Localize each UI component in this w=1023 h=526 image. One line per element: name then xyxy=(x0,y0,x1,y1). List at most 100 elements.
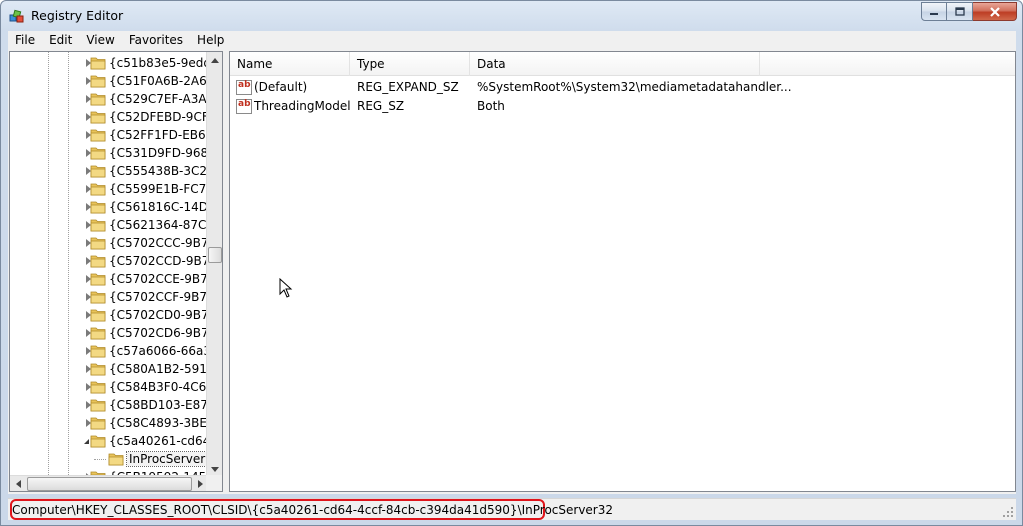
column-header-data[interactable]: Data xyxy=(470,52,760,76)
scroll-up-button[interactable] xyxy=(207,52,222,68)
tree-node[interactable]: {C5702CD6-9B79-1 xyxy=(10,324,208,342)
folder-icon xyxy=(108,453,124,466)
folder-icon xyxy=(90,57,106,70)
tree-node[interactable]: {C58C4893-3BE0-4 xyxy=(10,414,208,432)
value-data: %SystemRoot%\System32\mediametadatahandl… xyxy=(477,80,792,94)
string-value-icon: ab xyxy=(236,80,252,95)
tree-node[interactable]: {c57a6066-66a3-4c xyxy=(10,342,208,360)
tree-node[interactable]: {C51F0A6B-2A63-4 xyxy=(10,72,208,90)
tree-horizontal-scrollbar[interactable] xyxy=(10,475,208,491)
tree-node-label: {C58BD103-E87F-4 xyxy=(109,398,208,412)
scroll-down-icon xyxy=(211,466,219,472)
tree-node-label: {C5702CD6-9B79-1 xyxy=(109,326,208,340)
tree-vertical-scrollbar[interactable] xyxy=(206,52,222,477)
scrollbar-corner xyxy=(206,475,222,491)
menu-file[interactable]: File xyxy=(8,31,42,50)
column-header-type[interactable]: Type xyxy=(350,52,470,76)
close-icon xyxy=(989,6,1000,17)
tree-node-label-selected: InProcServer32 xyxy=(125,451,208,467)
tree-node-label: {C555438B-3C23-4 xyxy=(109,164,208,178)
tree-node-label: {C584B3F0-4C64-4 xyxy=(109,380,208,394)
tree-node-label: {C52DFEBD-9CF6-4 xyxy=(109,110,208,124)
scroll-left-icon xyxy=(15,480,21,488)
folder-icon xyxy=(90,417,106,430)
tree-node[interactable]: {C580A1B2-5915-4 xyxy=(10,360,208,378)
values-list[interactable]: Name Type Data ab (Default) REG_EXPAND_S… xyxy=(229,51,1016,492)
tree-node-label: {C5702CCD-9B79- xyxy=(109,254,208,268)
tree-node-label: {C5621364-87CC-4 xyxy=(109,218,208,232)
list-row[interactable]: ab (Default) REG_EXPAND_SZ %SystemRoot%\… xyxy=(230,78,1015,97)
scroll-left-button[interactable] xyxy=(10,476,26,491)
menu-bar: File Edit View Favorites Help xyxy=(8,31,1016,50)
folder-icon xyxy=(90,147,106,160)
column-header-name[interactable]: Name xyxy=(230,52,350,76)
horizontal-scroll-thumb[interactable] xyxy=(27,477,192,491)
tree-node[interactable]: {C52DFEBD-9CF6-4 xyxy=(10,108,208,126)
menu-help[interactable]: Help xyxy=(190,31,231,50)
collapse-icon[interactable] xyxy=(84,439,89,444)
folder-icon xyxy=(90,399,106,412)
folder-icon xyxy=(90,75,106,88)
maximize-button[interactable] xyxy=(947,2,973,21)
tree-node[interactable]: {C5702CCF-9B79-1 xyxy=(10,288,208,306)
tree-node[interactable]: {C555438B-3C23-4 xyxy=(10,162,208,180)
folder-icon xyxy=(90,309,106,322)
list-row[interactable]: ab ThreadingModel REG_SZ Both xyxy=(230,97,1015,116)
folder-icon xyxy=(90,237,106,250)
menu-favorites[interactable]: Favorites xyxy=(122,31,190,50)
folder-icon xyxy=(90,111,106,124)
tree-node-label: {c51b83e5-9edd-4 xyxy=(109,56,208,70)
folder-icon xyxy=(90,291,106,304)
folder-icon xyxy=(90,129,106,142)
value-name: ThreadingModel xyxy=(254,99,351,113)
tree-node-label: {C529C7EF-A3AF-4 xyxy=(109,92,208,106)
folder-icon xyxy=(90,183,106,196)
window-title: Registry Editor xyxy=(31,8,124,23)
title-bar[interactable]: Registry Editor xyxy=(1,1,1022,31)
tree-node[interactable]: {C531D9FD-9685-4 xyxy=(10,144,208,162)
tree-node-label: {C531D9FD-9685-4 xyxy=(109,146,208,160)
tree-node[interactable]: {C529C7EF-A3AF-4 xyxy=(10,90,208,108)
string-value-icon: ab xyxy=(236,99,252,114)
folder-icon xyxy=(90,165,106,178)
close-button[interactable] xyxy=(973,2,1017,21)
scroll-right-icon xyxy=(197,480,203,488)
minimize-icon xyxy=(930,12,938,15)
tree-rows: {c51b83e5-9edd-4 {C51F0A6B-2A63-4 {C529C7E… xyxy=(10,52,208,477)
tree-node-label: {C561816C-14D8-4 xyxy=(109,200,208,214)
folder-icon xyxy=(90,363,106,376)
registry-editor-window: Registry Editor File Edit View Favorites… xyxy=(0,0,1023,526)
tree-node[interactable]: {C5702CD0-9B79-1 xyxy=(10,306,208,324)
resize-grip-icon[interactable] xyxy=(1002,506,1014,518)
tree-node-label: {C5702CCC-9B79- xyxy=(109,236,208,250)
maximize-icon xyxy=(954,7,965,16)
folder-icon xyxy=(90,219,106,232)
minimize-button[interactable] xyxy=(921,2,947,21)
folder-icon xyxy=(90,345,106,358)
folder-icon xyxy=(90,435,106,448)
tree-node-label: {C51F0A6B-2A63-4 xyxy=(109,74,208,88)
folder-icon xyxy=(90,327,106,340)
tree-node[interactable]: {C5702CCD-9B79- xyxy=(10,252,208,270)
tree-node[interactable]: {C5702CCC-9B79- xyxy=(10,234,208,252)
folder-icon xyxy=(90,255,106,268)
scroll-up-icon xyxy=(211,57,219,63)
scroll-thumb[interactable] xyxy=(208,247,222,263)
registry-tree[interactable]: {c51b83e5-9edd-4 {C51F0A6B-2A63-4 {C529C7E… xyxy=(9,51,223,492)
tree-node[interactable]: {C58BD103-E87F-4 xyxy=(10,396,208,414)
tree-node[interactable]: {C5621364-87CC-4 xyxy=(10,216,208,234)
tree-connector-line xyxy=(94,459,106,460)
folder-icon xyxy=(90,381,106,394)
registry-editor-icon xyxy=(9,9,24,23)
tree-node[interactable]: InProcServer32 xyxy=(10,450,208,468)
tree-node[interactable]: {C52FF1FD-EB6C-4 xyxy=(10,126,208,144)
menu-view[interactable]: View xyxy=(79,31,121,50)
tree-node[interactable]: {C584B3F0-4C64-4 xyxy=(10,378,208,396)
tree-node[interactable]: {c51b83e5-9edd-4 xyxy=(10,54,208,72)
tree-node[interactable]: {C5702CCE-9B79-1 xyxy=(10,270,208,288)
tree-node[interactable]: {C5599E1B-FC7B-4 xyxy=(10,180,208,198)
tree-node-label: {C5599E1B-FC7B-4 xyxy=(109,182,208,196)
menu-edit[interactable]: Edit xyxy=(42,31,79,50)
tree-node[interactable]: {C561816C-14D8-4 xyxy=(10,198,208,216)
tree-node[interactable]: {c5a40261-cd64-4c xyxy=(10,432,208,450)
